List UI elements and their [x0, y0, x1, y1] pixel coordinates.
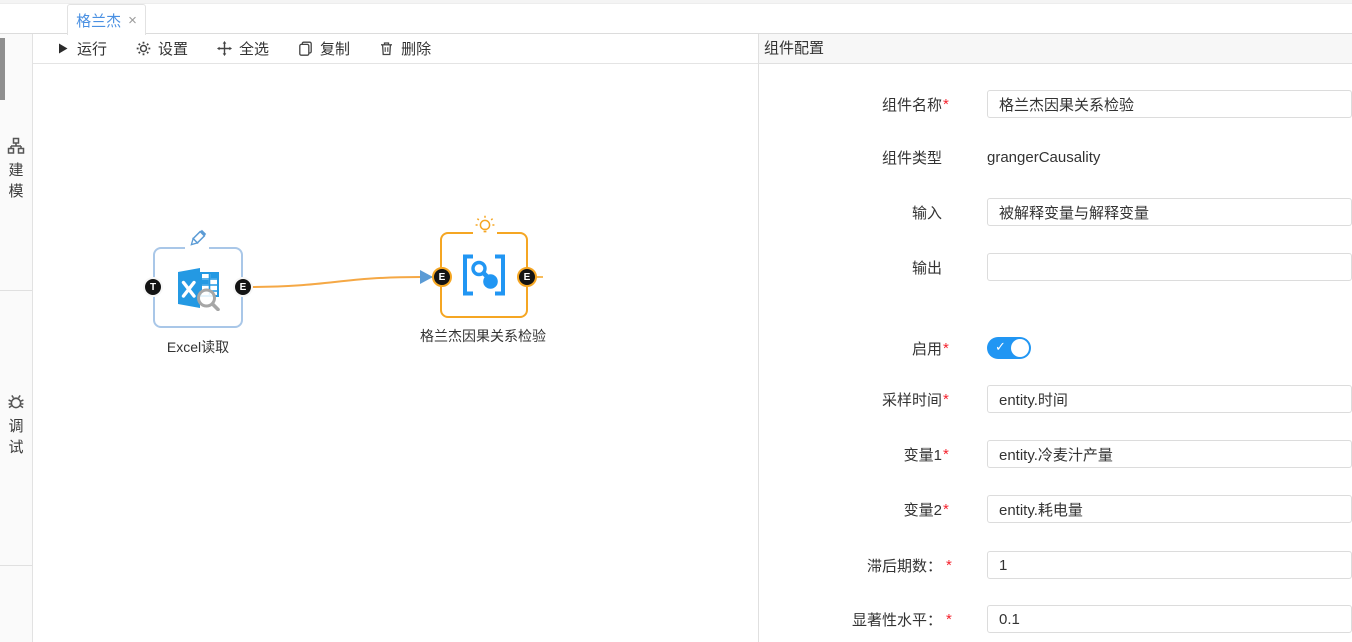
run-button[interactable]: 运行 [55, 38, 107, 59]
check-icon: ✓ [995, 339, 1006, 355]
panel-title: 组件配置 [759, 34, 1352, 64]
canvas-toolbar: 运行 设置 全选 [33, 34, 758, 64]
bulb-icon [473, 214, 497, 238]
field-label: 变量1 [759, 444, 942, 465]
significance-level-input[interactable] [987, 605, 1352, 633]
component-type-value: grangerCausality [987, 149, 1100, 166]
component-name-input[interactable] [987, 90, 1352, 118]
workflow-canvas[interactable]: T E Excel读取 E E [33, 64, 758, 642]
edit-pencil-icon[interactable] [185, 227, 209, 251]
form-row-enabled: 启用 * ✓ [759, 337, 1352, 359]
tab-close-icon[interactable]: × [128, 13, 137, 28]
analysis-icon [460, 253, 508, 297]
gear-icon [136, 41, 151, 56]
copy-icon [298, 41, 313, 56]
sample-time-input[interactable] [987, 385, 1352, 413]
field-label: 启用 [759, 338, 942, 359]
variable1-input[interactable] [987, 440, 1352, 468]
form-row-component-name: 组件名称 * [759, 90, 1352, 118]
tab-granger[interactable]: 格兰杰 × [67, 4, 146, 35]
workflow-canvas-panel: 运行 设置 全选 [33, 34, 758, 642]
port-granger-left[interactable]: E [432, 267, 452, 287]
field-label: 滞后期数： [759, 555, 942, 576]
select-all-label: 全选 [239, 38, 269, 59]
field-label: 显著性水平： [759, 609, 942, 630]
node-granger-causality[interactable] [440, 232, 528, 318]
field-label: 输出 [759, 257, 942, 278]
settings-button[interactable]: 设置 [136, 38, 188, 59]
settings-label: 设置 [158, 38, 188, 59]
delete-button[interactable]: 删除 [379, 38, 431, 59]
play-icon [55, 41, 70, 56]
field-label: 输入 [759, 202, 942, 223]
port-granger-right[interactable]: E [517, 267, 537, 287]
copy-button[interactable]: 复制 [298, 38, 350, 59]
form-row-input: 输入 [759, 198, 1352, 226]
input-field[interactable] [987, 198, 1352, 226]
port-excel-right[interactable]: E [233, 277, 253, 297]
select-all-button[interactable]: 全选 [217, 38, 269, 59]
form-row-variable1: 变量1 * [759, 440, 1352, 468]
edge-excel-to-granger[interactable] [245, 277, 421, 287]
excel-icon [175, 265, 221, 311]
run-label: 运行 [77, 38, 107, 59]
trash-icon [379, 41, 394, 56]
variable2-input[interactable] [987, 495, 1352, 523]
left-sidebar: 建模 调试 [0, 34, 33, 642]
config-form: 组件名称 * 组件类型 grangerCausality 输入 [759, 64, 1352, 642]
move-icon [217, 41, 232, 56]
tab-label: 格兰杰 [76, 10, 121, 31]
field-label: 组件类型 [759, 147, 942, 168]
top-strip [0, 0, 1352, 4]
required-asterisk: * [946, 611, 954, 628]
required-asterisk: * [943, 501, 951, 518]
component-config-panel: 组件配置 组件名称 * 组件类型 grangerCausality 输入 [758, 34, 1352, 642]
bug-icon [6, 391, 26, 411]
form-row-component-type: 组件类型 grangerCausality [759, 146, 1352, 168]
form-row-variable2: 变量2 * [759, 495, 1352, 523]
toggle-knob [1011, 339, 1029, 357]
required-asterisk: * [943, 391, 951, 408]
required-asterisk: * [943, 96, 951, 113]
sitemap-icon [7, 137, 25, 155]
node-excel-read[interactable] [153, 247, 243, 328]
form-row-significance-level: 显著性水平： * [759, 605, 1352, 633]
delete-label: 删除 [401, 38, 431, 59]
sidebar-divider [0, 565, 32, 566]
lag-order-input[interactable] [987, 551, 1352, 579]
sidebar-scrollbar[interactable] [0, 38, 5, 100]
sidebar-item-label: 调试 [8, 416, 24, 458]
required-asterisk: * [946, 557, 954, 574]
sidebar-item-debug[interactable]: 调试 [0, 391, 32, 458]
port-excel-left[interactable]: T [143, 277, 163, 297]
copy-label: 复制 [320, 38, 350, 59]
form-row-output: 输出 [759, 253, 1352, 281]
field-label: 组件名称 [759, 94, 942, 115]
form-row-sample-time: 采样时间 * [759, 385, 1352, 413]
node-label-excel: Excel读取 [138, 337, 258, 357]
field-label: 采样时间 [759, 389, 942, 410]
required-asterisk: * [943, 340, 951, 357]
enabled-toggle[interactable]: ✓ [987, 337, 1031, 359]
sidebar-divider [0, 290, 32, 291]
sidebar-item-label: 建模 [8, 160, 24, 202]
field-label: 变量2 [759, 499, 942, 520]
tab-bar: 格兰杰 × [0, 0, 1352, 34]
node-label-granger: 格兰杰因果关系检验 [402, 326, 564, 346]
output-field[interactable] [987, 253, 1352, 281]
required-asterisk: * [943, 446, 951, 463]
sidebar-item-modeling[interactable]: 建模 [0, 137, 32, 202]
form-row-lag-order: 滞后期数： * [759, 551, 1352, 579]
